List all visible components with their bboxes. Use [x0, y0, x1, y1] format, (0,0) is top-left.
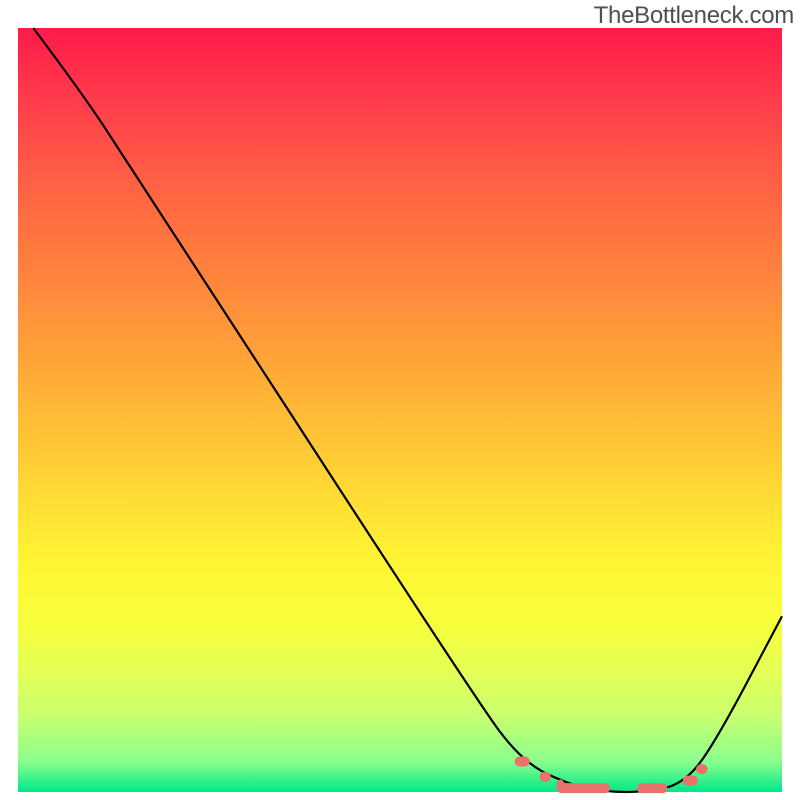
curve-svg [18, 28, 782, 792]
curve-markers [515, 756, 708, 793]
curve-marker [539, 772, 550, 782]
curve-marker [557, 783, 610, 793]
bottleneck-curve-path [33, 28, 782, 792]
chart-container: TheBottleneck.com [0, 0, 800, 800]
curve-marker [683, 776, 698, 786]
curve-marker [637, 783, 668, 793]
watermark-label: TheBottleneck.com [594, 2, 794, 30]
curve-marker [696, 764, 707, 774]
curve-marker [515, 756, 530, 766]
plot-area [18, 28, 782, 792]
